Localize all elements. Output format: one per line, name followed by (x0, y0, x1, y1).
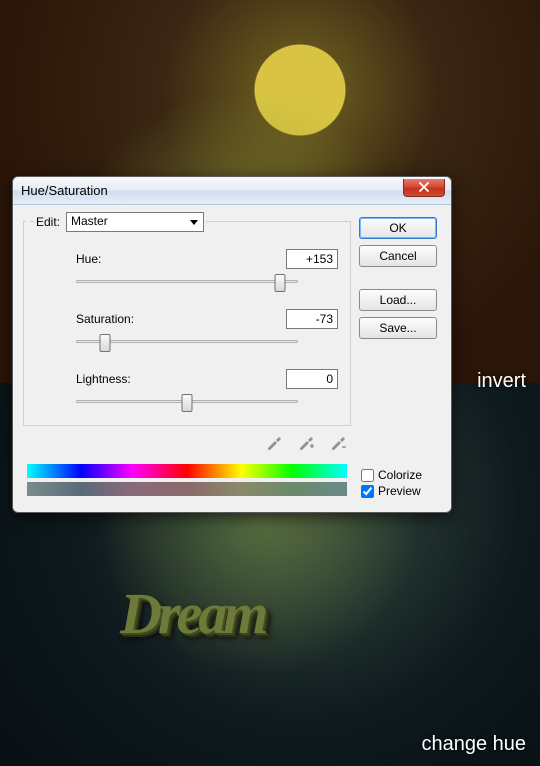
annotation-invert: invert (477, 370, 526, 393)
colorize-checkbox[interactable] (361, 469, 374, 482)
load-button[interactable]: Load... (359, 289, 437, 311)
dialog-titlebar[interactable]: Hue/Saturation (13, 177, 451, 205)
dialog-title: Hue/Saturation (21, 183, 108, 198)
artwork-text: Dream (120, 580, 264, 647)
lightness-slider-thumb[interactable] (182, 394, 193, 412)
close-button[interactable] (403, 179, 445, 197)
colorize-label: Colorize (378, 468, 422, 482)
edit-group: Edit: Master Hue: (23, 221, 351, 426)
lightness-input[interactable] (286, 369, 338, 389)
eyedropper-add-tool[interactable] (295, 432, 317, 454)
hue-slider-track (76, 280, 298, 283)
save-button[interactable]: Save... (359, 317, 437, 339)
hue-saturation-dialog: Hue/Saturation Edit: Master Hue: (12, 176, 452, 513)
lightness-label: Lightness: (76, 372, 286, 386)
hue-label: Hue: (76, 252, 286, 266)
hue-spectrum-strip (27, 464, 347, 478)
hue-slider-thumb[interactable] (275, 274, 286, 292)
eyedropper-tool[interactable] (263, 432, 285, 454)
saturation-slider[interactable] (76, 333, 298, 351)
result-spectrum-strip (27, 482, 347, 496)
eyedropper-subtract-icon (329, 433, 347, 454)
ok-button[interactable]: OK (359, 217, 437, 239)
preview-checkbox[interactable] (361, 485, 374, 498)
annotation-change-hue: change hue (421, 733, 526, 756)
hue-slider[interactable] (76, 273, 298, 291)
saturation-input[interactable] (286, 309, 338, 329)
eyedropper-icon (265, 433, 283, 454)
saturation-label: Saturation: (76, 312, 286, 326)
close-icon (418, 181, 430, 195)
eyedropper-subtract-tool[interactable] (327, 432, 349, 454)
saturation-slider-thumb[interactable] (99, 334, 110, 352)
eyedropper-add-icon (297, 433, 315, 454)
lightness-slider[interactable] (76, 393, 298, 411)
hue-input[interactable] (286, 249, 338, 269)
cancel-button[interactable]: Cancel (359, 245, 437, 267)
preview-label: Preview (378, 484, 421, 498)
edit-combobox[interactable]: Master (66, 212, 204, 232)
edit-combobox-value: Master (71, 214, 108, 228)
edit-label: Edit: (36, 215, 60, 229)
